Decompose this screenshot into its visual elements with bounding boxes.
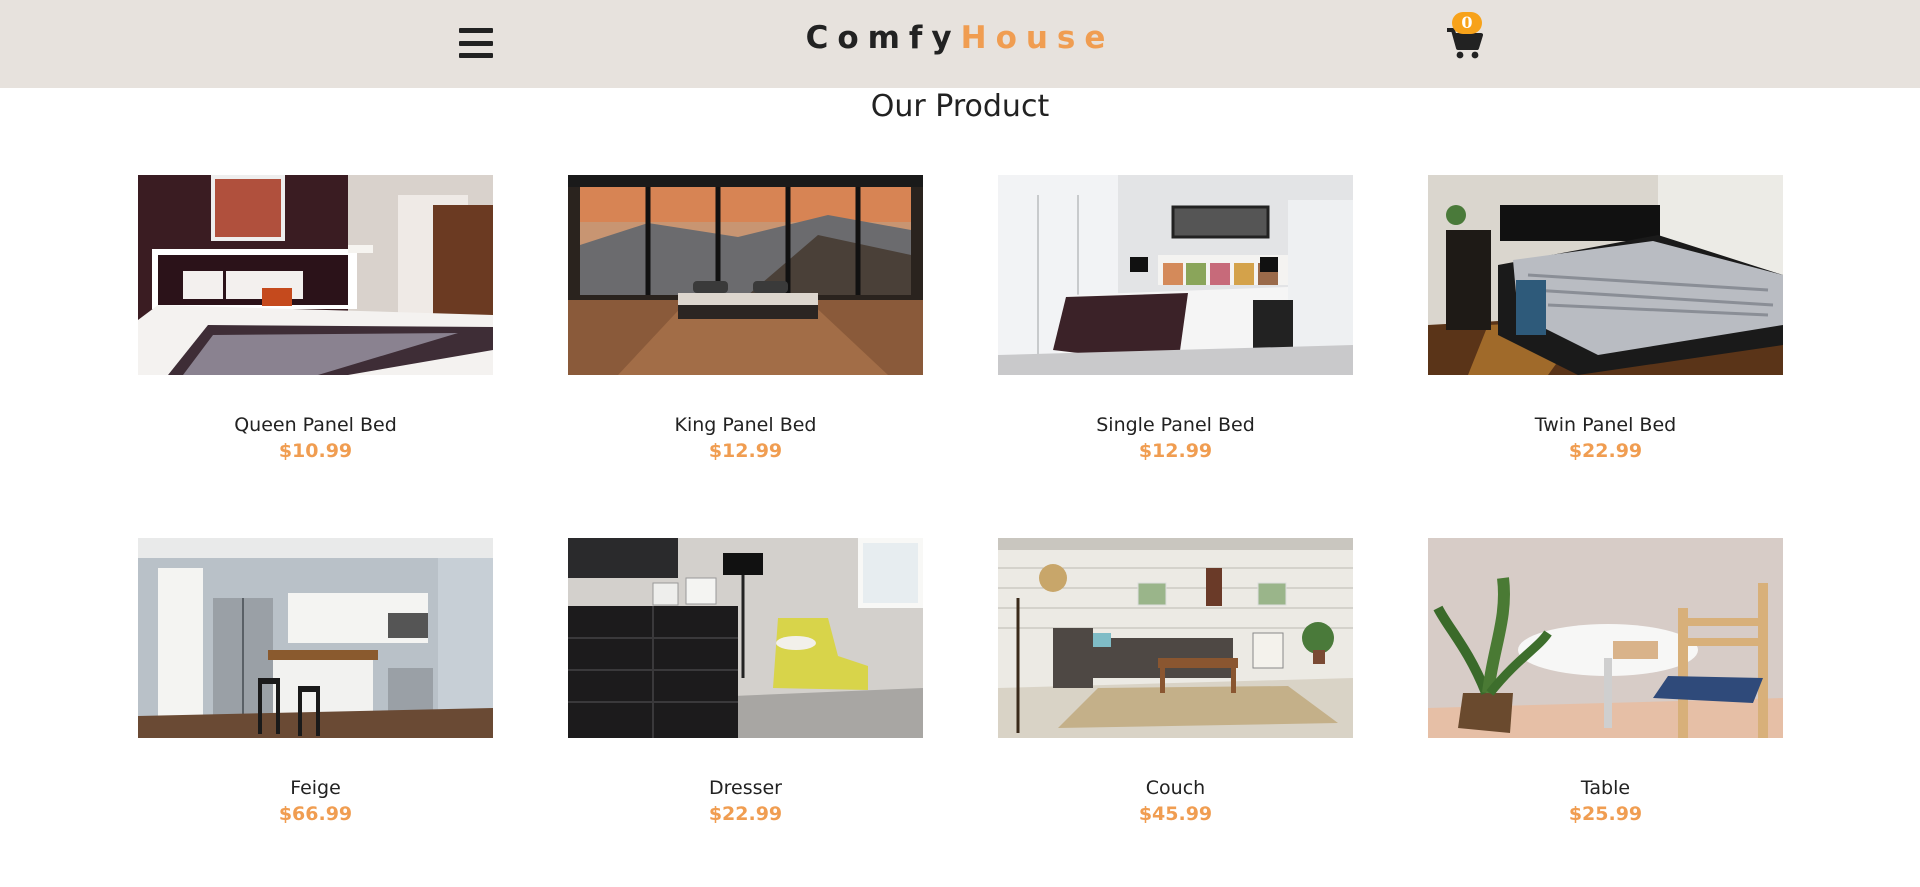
- product-image-bedroom[interactable]: [998, 175, 1353, 375]
- product-price: $12.99: [708, 440, 783, 462]
- product-name: Queen Panel Bed: [234, 414, 397, 436]
- product-card: Dresser $22.99: [568, 538, 923, 826]
- logo-part-house: House: [960, 20, 1115, 56]
- product-card: Couch $45.99: [998, 538, 1353, 826]
- product-name: Table: [1580, 777, 1631, 799]
- logo-part-comfy: Comfy: [805, 20, 961, 56]
- product-card: Table $25.99: [1428, 538, 1783, 826]
- product-card: King Panel Bed $12.99: [568, 175, 923, 463]
- section-title: Our Product: [870, 89, 1050, 124]
- product-image-bedroom[interactable]: [568, 175, 923, 375]
- product-name: Single Panel Bed: [1096, 414, 1255, 436]
- product-card: Queen Panel Bed $10.99: [138, 175, 493, 463]
- product-price: $45.99: [1138, 803, 1213, 825]
- product-card: Single Panel Bed $12.99: [998, 175, 1353, 463]
- product-image-dresser[interactable]: [568, 538, 923, 738]
- product-price: $22.99: [1568, 440, 1643, 462]
- logo[interactable]: ComfyHouse: [0, 20, 1920, 56]
- product-name: Twin Panel Bed: [1534, 414, 1677, 436]
- product-name: Dresser: [708, 777, 782, 799]
- cart-count-badge: 0: [1452, 12, 1482, 34]
- product-image-bedroom[interactable]: [1428, 175, 1783, 375]
- navbar: ComfyHouse 0: [0, 0, 1920, 88]
- product-price: $22.99: [708, 803, 783, 825]
- product-name: Feige: [290, 777, 341, 799]
- product-image-kitchen[interactable]: [138, 538, 493, 738]
- product-card: Feige $66.99: [138, 538, 493, 826]
- product-card: Twin Panel Bed $22.99: [1428, 175, 1783, 463]
- product-image-couch[interactable]: [998, 538, 1353, 738]
- product-name: Couch: [1145, 777, 1206, 799]
- product-price: $25.99: [1568, 803, 1643, 825]
- product-price: $12.99: [1138, 440, 1213, 462]
- product-image-table[interactable]: [1428, 538, 1783, 738]
- product-image-bedroom[interactable]: [138, 175, 493, 375]
- product-name: King Panel Bed: [674, 414, 817, 436]
- product-price: $66.99: [278, 803, 353, 825]
- product-price: $10.99: [278, 440, 353, 462]
